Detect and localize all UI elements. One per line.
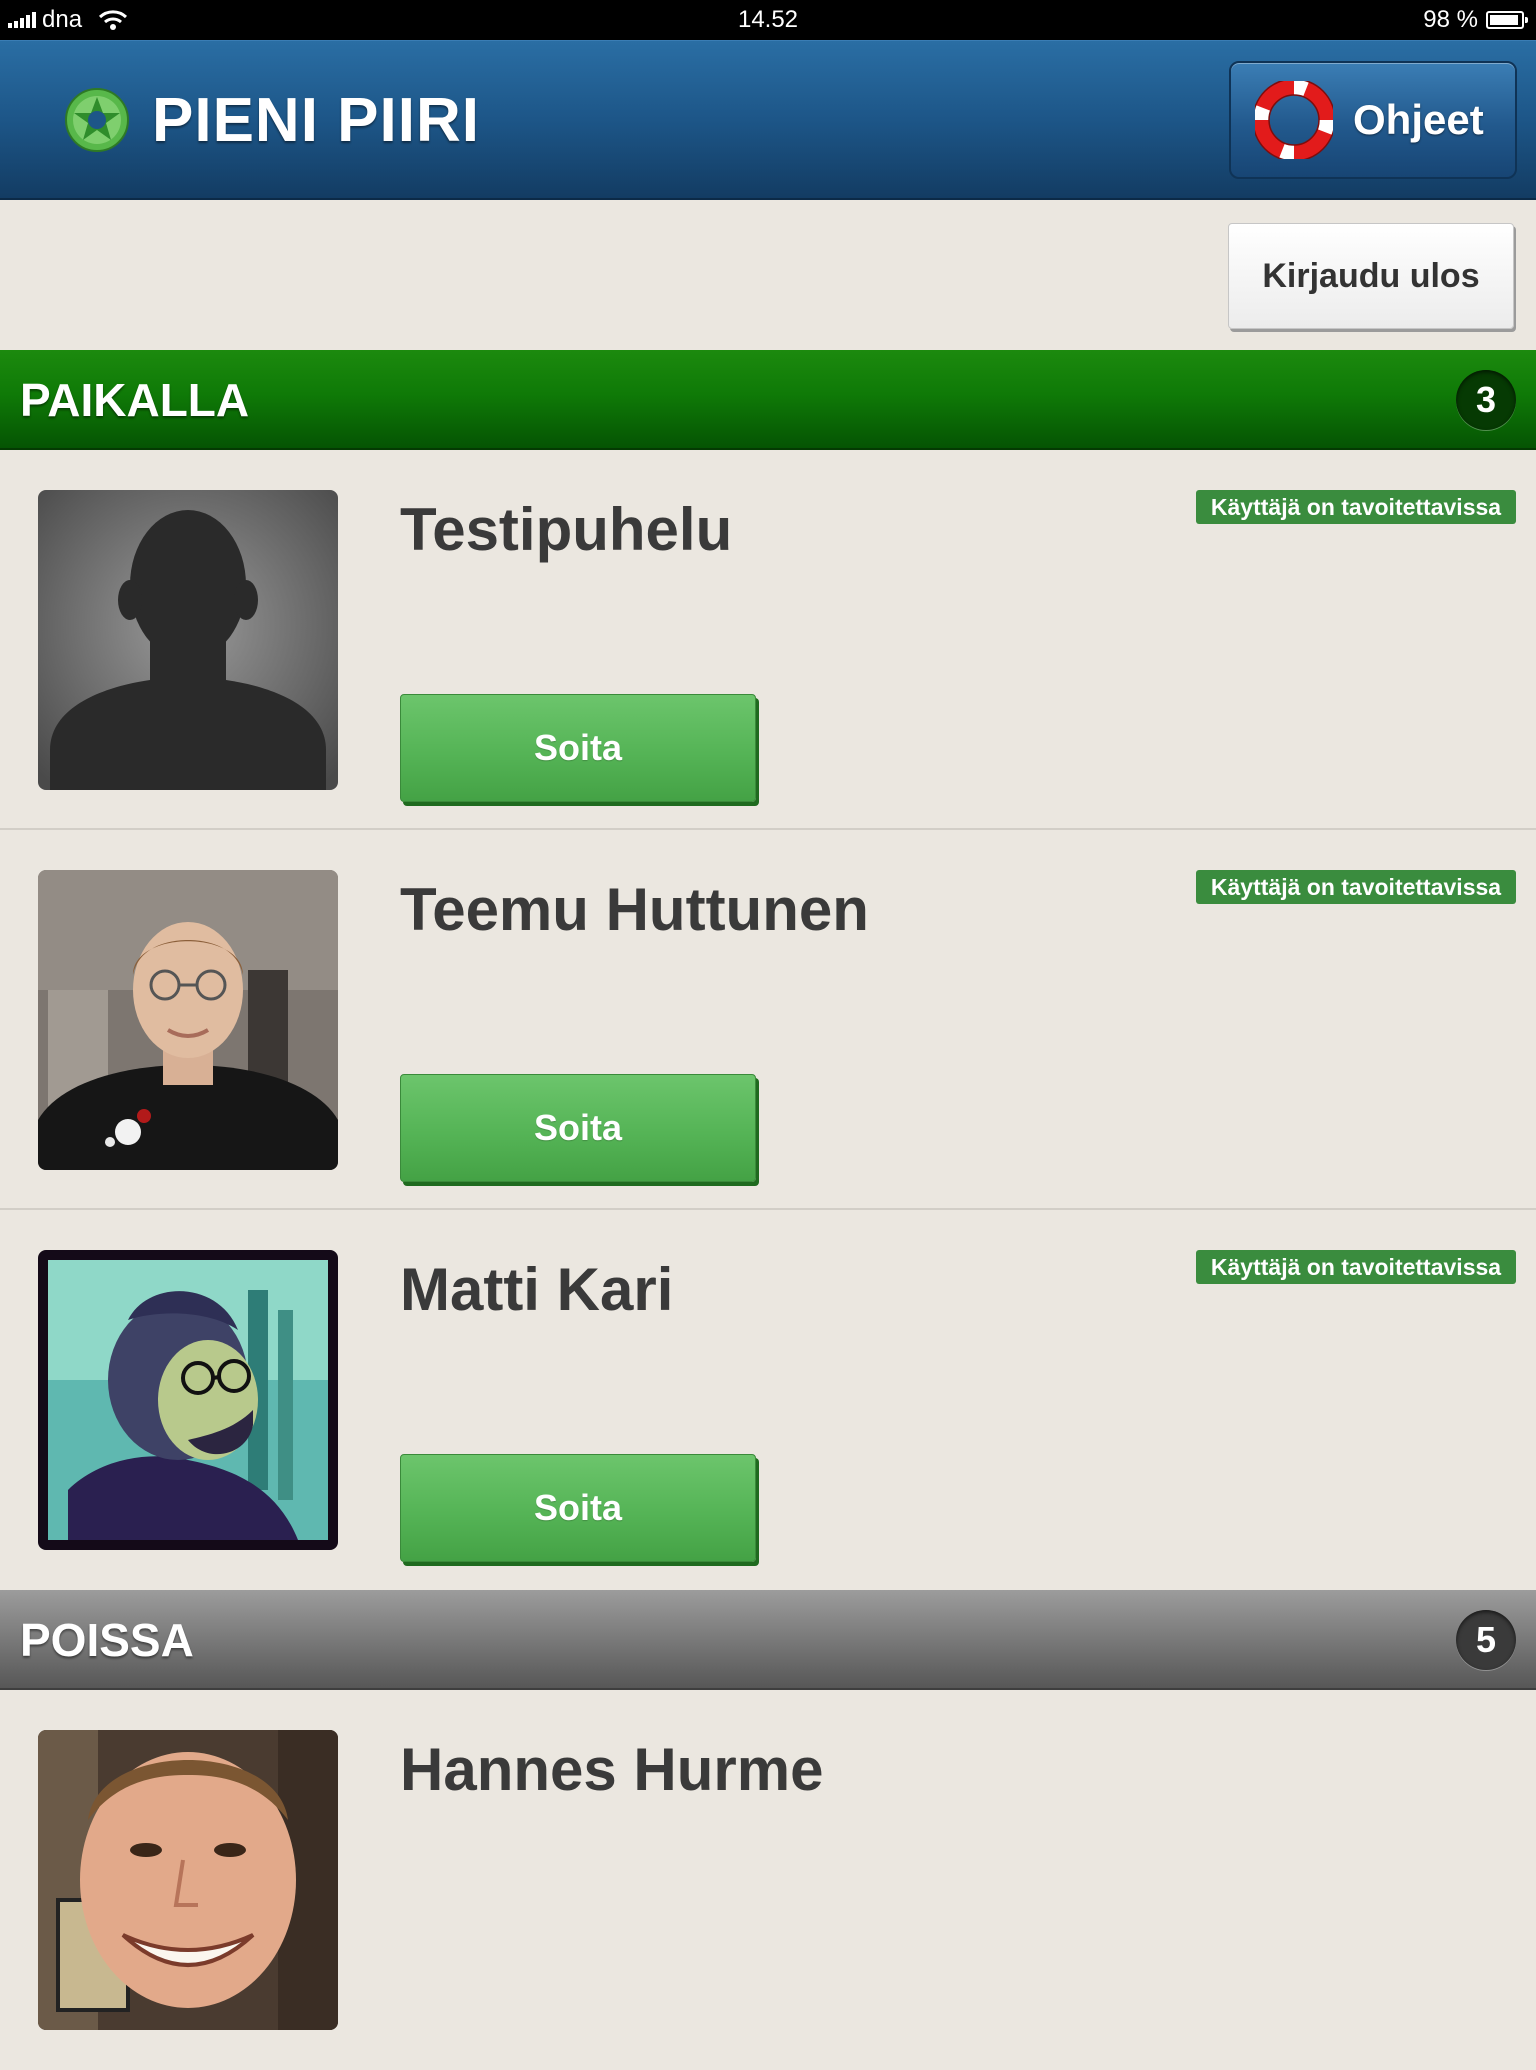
availability-badge: Käyttäjä on tavoitettavissa bbox=[1196, 490, 1516, 524]
app-header: PIENI PIIRI Ohjeet bbox=[0, 40, 1536, 200]
call-button[interactable]: Soita bbox=[400, 694, 756, 802]
section-title: PAIKALLA bbox=[20, 374, 250, 426]
contact-row: Teemu Huttunen Käyttäjä on tavoitettavis… bbox=[0, 830, 1536, 1210]
profile-photo bbox=[38, 870, 338, 1170]
contact-name: Testipuhelu bbox=[400, 496, 733, 563]
logout-button[interactable]: Kirjaudu ulos bbox=[1228, 223, 1514, 329]
battery-percentage: 98 % bbox=[1423, 6, 1478, 33]
battery-icon bbox=[1486, 11, 1528, 29]
profile-photo bbox=[38, 1250, 338, 1550]
status-time: 14.52 bbox=[737, 6, 799, 33]
section-header-online: PAIKALLA 3 bbox=[0, 350, 1536, 450]
default-silhouette-avatar bbox=[38, 490, 338, 790]
help-label: Ohjeet bbox=[1353, 96, 1484, 143]
call-button[interactable]: Soita bbox=[400, 1454, 756, 1562]
contact-name: Matti Kari bbox=[400, 1256, 674, 1323]
section-title: POISSA bbox=[20, 1614, 194, 1666]
contact-name: Teemu Huttunen bbox=[400, 876, 869, 943]
call-button[interactable]: Soita bbox=[400, 1074, 756, 1182]
status-bar: dna 14.52 98 % bbox=[0, 0, 1536, 40]
availability-badge: Käyttäjä on tavoitettavissa bbox=[1196, 870, 1516, 904]
availability-badge: Käyttäjä on tavoitettavissa bbox=[1196, 1250, 1516, 1284]
contact-row: Hannes Hurme bbox=[0, 1690, 1536, 2070]
profile-photo bbox=[38, 1730, 338, 2030]
help-button[interactable]: Ohjeet bbox=[1229, 61, 1517, 179]
section-count-badge: 5 bbox=[1456, 1610, 1516, 1670]
section-count-badge: 3 bbox=[1456, 370, 1516, 430]
section-header-offline: POISSA 5 bbox=[0, 1590, 1536, 1690]
contact-name: Hannes Hurme bbox=[400, 1736, 824, 1803]
contact-row: Testipuhelu Käyttäjä on tavoitettavissa … bbox=[0, 450, 1536, 830]
status-right: 98 % bbox=[1423, 0, 1528, 40]
contact-row: Matti Kari Käyttäjä on tavoitettavissa S… bbox=[0, 1210, 1536, 1590]
lifebuoy-icon bbox=[1255, 81, 1333, 159]
app-logo-icon bbox=[65, 88, 129, 152]
app-title: PIENI PIIRI bbox=[152, 86, 480, 155]
